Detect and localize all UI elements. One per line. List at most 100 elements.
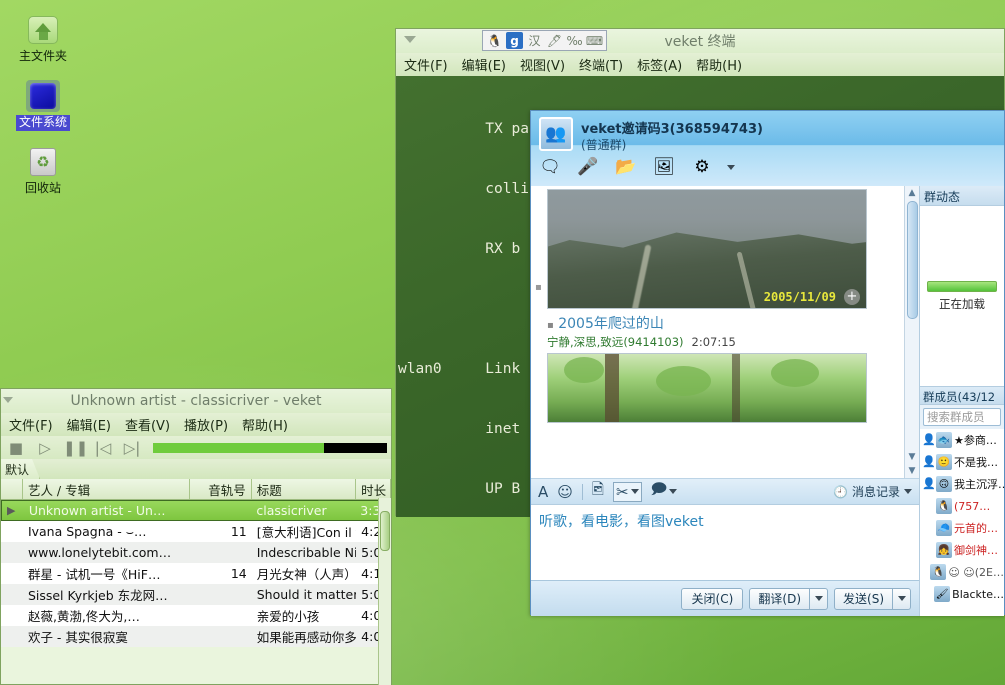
scrollbar-thumb[interactable]	[906, 201, 918, 319]
translate-split-button[interactable]: 翻译(D)	[749, 587, 829, 610]
photo-zoom-in-icon[interactable]: +	[844, 289, 860, 305]
penguin-icon[interactable]: 🐧	[486, 32, 503, 49]
album-icon[interactable]: 🖼	[651, 155, 677, 179]
scroll-down-icon[interactable]: ▼	[909, 450, 916, 464]
member-list-item[interactable]: 🖌 Blackte…	[920, 583, 1004, 605]
next-track-icon[interactable]: ▷|	[121, 439, 143, 457]
column-duration[interactable]: 时长	[356, 479, 391, 499]
menu-view[interactable]: 查看(V)	[125, 415, 170, 434]
scroll-to-bottom-icon[interactable]: ▼	[909, 464, 916, 478]
ime-engine-icon[interactable]: g	[506, 32, 523, 49]
microphone-icon[interactable]: 🎤	[575, 155, 601, 179]
group-avatar-icon[interactable]: 👥	[539, 117, 573, 151]
qq-message-scroll: ▪ 2005/11/09 + ▪ 2005年爬过的山 宁静,深思,致远(9414…	[531, 186, 919, 479]
menu-tabs[interactable]: 标签(A)	[637, 55, 682, 74]
menu-help[interactable]: 帮助(H)	[242, 415, 288, 434]
settings-chevron-down-icon[interactable]	[727, 164, 735, 170]
keyboard-icon[interactable]: ⌨	[586, 32, 603, 49]
window-menu-chevron-down-icon[interactable]	[404, 36, 416, 43]
message-photo-forest[interactable]	[547, 353, 867, 423]
send-button[interactable]: 发送(S)	[834, 587, 893, 610]
punctuation-icon[interactable]: ‰	[566, 32, 583, 49]
desktop-icon-home-folder[interactable]: 主文件夹	[0, 14, 86, 65]
table-row[interactable]: Ivana Spagna - ⌣… 11 [意大利语]Con il tuo… 4…	[1, 521, 391, 542]
terminal-titlebar[interactable]: 🐧 g 汉 🖊 ‰ ⌨ veket 终端	[396, 29, 1004, 53]
play-icon[interactable]: ▷	[34, 439, 56, 457]
menu-playback[interactable]: 播放(P)	[184, 415, 228, 434]
scroll-up-icon[interactable]: ▲	[909, 186, 916, 200]
member-search-input[interactable]: 搜索群成员	[923, 408, 1001, 426]
screenshot-scissors-icon[interactable]: ✂	[612, 481, 642, 502]
table-row[interactable]: 群星 - 试机一号《HiF… 14 月光女神（人声） 4:13	[1, 563, 391, 584]
table-row[interactable]: 赵薇,黄渤,佟大为,… 亲爱的小孩 4:02	[1, 605, 391, 626]
playlist-tabs[interactable]: 默认	[1, 459, 391, 479]
message-input[interactable]: 听歌，看电影，看图veket	[531, 505, 919, 580]
menu-file[interactable]: 文件(F)	[404, 55, 448, 74]
player-titlebar[interactable]: Unknown artist - classicriver - veket	[1, 389, 391, 413]
emoji-icon[interactable]: ☺	[557, 483, 573, 501]
column-artist-album[interactable]: 艺人 / 专辑	[23, 479, 190, 499]
pause-icon[interactable]: ❚❚	[63, 439, 88, 457]
gear-icon[interactable]: ⚙	[689, 155, 715, 179]
seek-slider[interactable]	[153, 442, 387, 453]
qq-history-control[interactable]: 🕘 消息记录	[833, 483, 912, 500]
shake-message-icon[interactable]: 🗩	[651, 479, 678, 504]
ime-toolbar[interactable]: 🐧 g 汉 🖊 ‰ ⌨	[482, 30, 607, 51]
send-chevron-down-icon[interactable]	[893, 587, 911, 610]
desktop-icon-trash[interactable]: ♻ 回收站	[0, 146, 86, 197]
playlist-body[interactable]: ▶ Unknown artist - Un… classicriver 3:30…	[1, 500, 391, 647]
player-transport-bar[interactable]: ■ ▷ ❚❚ |◁ ▷|	[1, 436, 391, 459]
member-list-item[interactable]: 👤 🙃 我主沉浮…	[920, 473, 1004, 495]
group-member-list[interactable]: 👤 🐟 ★参商… 👤 🙂 不是我… 👤 🙃 我主沉浮… 🐧 (757… 🧢 元首的… 👧 御剑神……	[920, 429, 1004, 616]
qq-format-toolbar[interactable]: A ☺ 🖻 ✂ 🗩 🕘 消息记录	[531, 479, 919, 505]
tab-default[interactable]: 默认	[1, 459, 40, 479]
table-row[interactable]: 欢子 - 其实很寂寞 如果能再感动你多一次 4:03	[1, 626, 391, 647]
desktop-icon-filesystem[interactable]: 文件系统	[0, 80, 86, 131]
menu-view[interactable]: 视图(V)	[520, 55, 565, 74]
qq-group-chat-window[interactable]: 👥 veket邀请码3(368594743) (普通群) 🗨 🎤 📂 🖼 ⚙ ▪…	[530, 110, 1005, 616]
translate-button[interactable]: 翻译(D)	[749, 587, 811, 610]
menu-help[interactable]: 帮助(H)	[696, 55, 742, 74]
qq-toolbar[interactable]: 🗨 🎤 📂 🖼 ⚙	[537, 155, 735, 179]
font-icon[interactable]: A	[538, 483, 548, 501]
member-list-item[interactable]: 🧢 元首的…	[920, 517, 1004, 539]
qq-message-list[interactable]: ▪ 2005/11/09 + ▪ 2005年爬过的山 宁静,深思,致远(9414…	[531, 186, 904, 478]
menu-edit[interactable]: 编辑(E)	[67, 415, 111, 434]
translate-chevron-down-icon[interactable]	[810, 587, 829, 610]
message-history-label[interactable]: 消息记录	[852, 483, 900, 500]
folder-icon[interactable]: 📂	[613, 155, 639, 179]
avatar: 🧢	[936, 520, 952, 536]
menu-terminal[interactable]: 终端(T)	[579, 55, 623, 74]
send-split-button[interactable]: 发送(S)	[834, 587, 911, 610]
image-icon[interactable]: 🖻	[592, 479, 604, 504]
player-menubar[interactable]: 文件(F) 编辑(E) 查看(V) 播放(P) 帮助(H)	[1, 413, 391, 436]
table-row[interactable]: ▶ Unknown artist - Un… classicriver 3:30	[1, 500, 391, 521]
terminal-menubar[interactable]: 文件(F) 编辑(E) 视图(V) 终端(T) 标签(A) 帮助(H)	[396, 53, 1004, 76]
shake-chevron-down-icon[interactable]	[669, 489, 678, 494]
message-list-scrollbar[interactable]: ▲ ▼ ▼	[904, 186, 919, 478]
scrollbar-thumb[interactable]	[380, 511, 390, 551]
member-list-item[interactable]: 👤 🐟 ★参商…	[920, 429, 1004, 451]
member-list-item[interactable]: 👤 🙂 不是我…	[920, 451, 1004, 473]
close-button[interactable]: 关闭(C)	[681, 587, 744, 610]
playlist-scrollbar[interactable]	[378, 498, 391, 685]
screenshot-chevron-down-icon[interactable]	[630, 489, 639, 494]
column-title[interactable]: 标题	[252, 479, 357, 499]
chinese-mode-icon[interactable]: 汉	[526, 32, 543, 49]
window-menu-chevron-down-icon[interactable]	[3, 397, 13, 403]
history-chevron-down-icon[interactable]	[904, 489, 912, 494]
message-add-icon[interactable]: 🗨	[537, 155, 563, 179]
member-list-item[interactable]: 👧 御剑神…	[920, 539, 1004, 561]
member-list-item[interactable]: 🐧 (757…	[920, 495, 1004, 517]
previous-track-icon[interactable]: |◁	[92, 439, 114, 457]
media-player-window[interactable]: Unknown artist - classicriver - veket 文件…	[0, 388, 392, 685]
table-row[interactable]: Sissel Kyrkjeb 东龙网… Should it matter 5:0…	[1, 584, 391, 605]
table-row[interactable]: www.lonelytebit.com… Indescribable Night…	[1, 542, 391, 563]
menu-edit[interactable]: 编辑(E)	[462, 55, 506, 74]
menu-file[interactable]: 文件(F)	[9, 415, 53, 434]
pen-icon[interactable]: 🖊	[546, 32, 563, 49]
stop-icon[interactable]: ■	[5, 439, 27, 457]
member-list-item[interactable]: 🐧 ☺ ☺(2E…	[920, 561, 1004, 583]
column-track-number[interactable]: 音轨号	[190, 479, 252, 499]
message-photo-mountain[interactable]: 2005/11/09 +	[547, 189, 867, 309]
